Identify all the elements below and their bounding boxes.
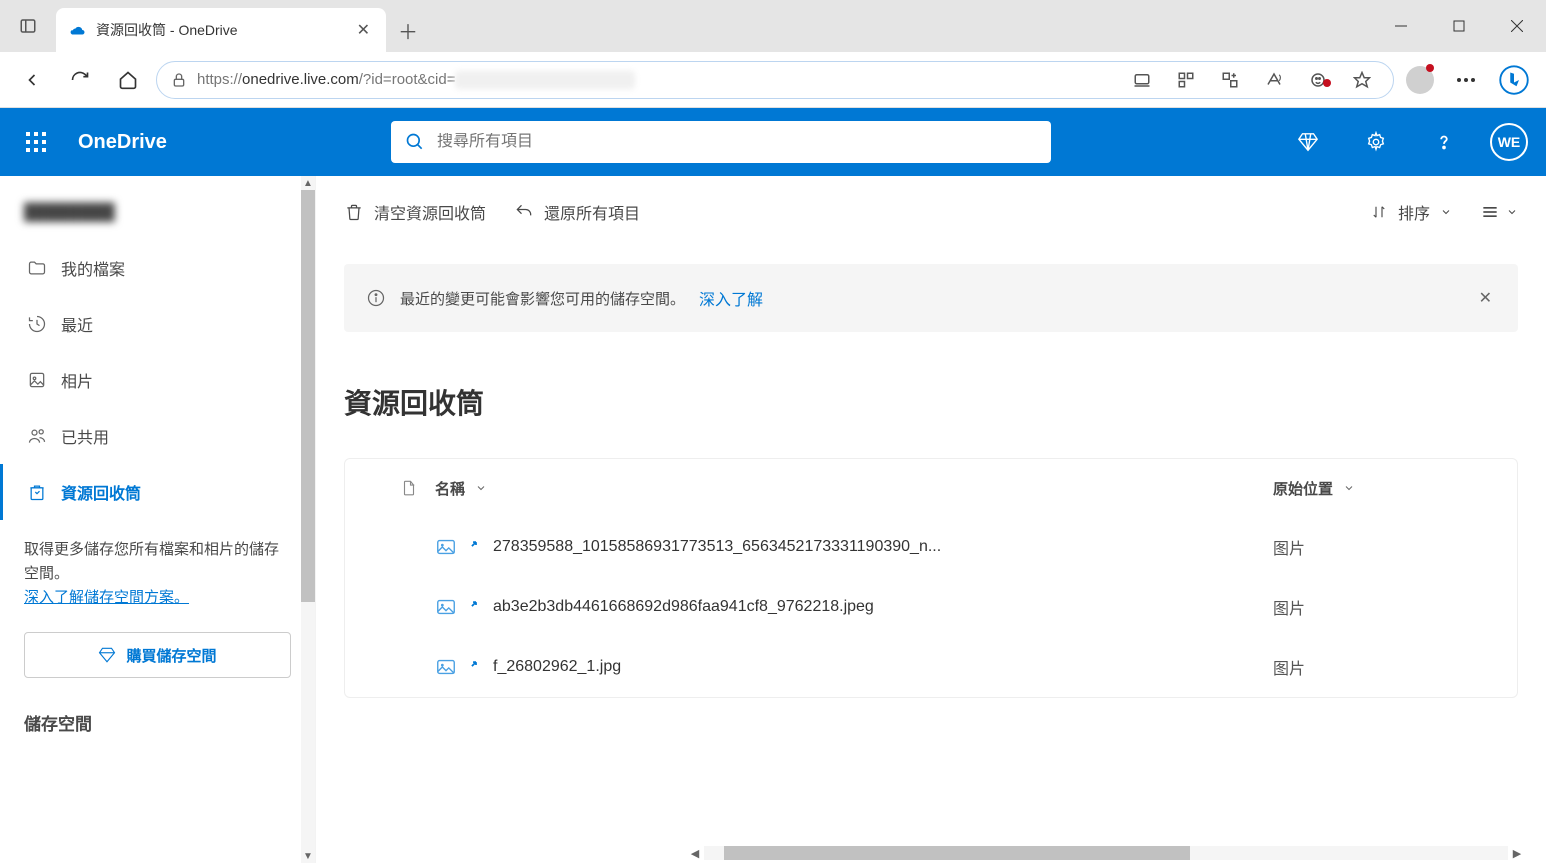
search-input[interactable] [437, 133, 1037, 151]
restore-all-button[interactable]: 還原所有項目 [514, 200, 640, 224]
shortcut-overlay-icon [469, 598, 487, 616]
file-location: 图片 [1273, 595, 1493, 619]
command-bar: 清空資源回收筒 還原所有項目 排序 [344, 200, 1518, 224]
premium-icon[interactable] [1286, 131, 1330, 153]
app-header: OneDrive WE [0, 108, 1546, 176]
page-title: 資源回收筒 [344, 382, 1518, 422]
file-location: 图片 [1273, 655, 1493, 679]
people-icon [27, 426, 47, 446]
chevron-down-icon [475, 482, 487, 494]
site-info-icon[interactable] [171, 72, 187, 88]
user-avatar[interactable]: WE [1490, 123, 1528, 161]
window-close-button[interactable] [1488, 0, 1546, 52]
qr-icon[interactable] [1169, 71, 1203, 89]
browser-tab[interactable]: 資源回收筒 - OneDrive ✕ [56, 8, 386, 52]
undo-icon [514, 202, 534, 222]
address-bar[interactable]: https://onedrive.live.com/?id=root&cid= [156, 61, 1394, 99]
storage-promo-text: 取得更多儲存您所有檔案和相片的儲存空間。 深入了解儲存空間方案。 [0, 520, 315, 618]
table-row[interactable]: 278359588_10158586931773513_656345217333… [345, 517, 1517, 577]
sidebar-username: ████████ [0, 196, 315, 240]
window-maximize-button[interactable] [1430, 0, 1488, 52]
file-name: ab3e2b3db4461668692d986faa941cf8_9762218… [493, 598, 1273, 616]
file-location: 图片 [1273, 535, 1493, 559]
image-icon [27, 370, 47, 390]
sidebar: ████████ 我的檔案最近相片已共用資源回收筒 取得更多儲存您所有檔案和相片… [0, 176, 316, 863]
sidebar-item-label: 我的檔案 [61, 256, 125, 280]
info-text: 最近的變更可能會影響您可用的儲存空間。 [400, 288, 685, 309]
shortcut-overlay-icon [469, 658, 487, 676]
view-options-button[interactable] [1480, 202, 1518, 222]
table-header: 名稱 原始位置 [345, 459, 1517, 517]
table-row[interactable]: ab3e2b3db4461668692d986faa941cf8_9762218… [345, 577, 1517, 637]
sidebar-item-folder[interactable]: 我的檔案 [0, 240, 315, 296]
refresh-button[interactable] [60, 60, 100, 100]
sidebar-item-recycle[interactable]: 資源回收筒 [0, 464, 315, 520]
chevron-down-icon [1343, 482, 1355, 494]
table-row[interactable]: f_26802962_1.jpg图片 [345, 637, 1517, 697]
settings-icon[interactable] [1354, 131, 1398, 153]
tab-title: 資源回收筒 - OneDrive [96, 20, 343, 40]
sidebar-item-label: 相片 [61, 368, 93, 392]
url-text: https://onedrive.live.com/?id=root&cid= [197, 71, 1115, 89]
window-titlebar: 資源回收筒 - OneDrive ✕ ＋ [0, 0, 1546, 52]
back-button[interactable] [12, 60, 52, 100]
sidebar-item-label: 最近 [61, 312, 93, 336]
help-icon[interactable] [1422, 131, 1466, 153]
sidebar-item-image[interactable]: 相片 [0, 352, 315, 408]
app-name[interactable]: OneDrive [78, 131, 167, 154]
info-close-icon[interactable]: ✕ [1475, 284, 1496, 312]
sidebar-item-label: 資源回收筒 [61, 480, 141, 504]
main-content: 清空資源回收筒 還原所有項目 排序 最近的變更可能會影響您可用的儲存空間。 深入… [316, 176, 1546, 863]
trash-icon [344, 202, 364, 222]
app-launcher-icon[interactable] [18, 124, 54, 160]
new-tab-button[interactable]: ＋ [386, 8, 430, 52]
browser-toolbar: https://onedrive.live.com/?id=root&cid= [0, 52, 1546, 108]
extensions-icon[interactable] [1213, 71, 1247, 89]
info-icon [366, 288, 386, 308]
folder-icon [27, 258, 47, 278]
info-learn-more-link[interactable]: 深入了解 [699, 286, 763, 310]
device-icon[interactable] [1125, 71, 1159, 89]
clock-icon [27, 314, 47, 334]
buy-storage-button[interactable]: 購買儲存空間 [24, 632, 291, 678]
storage-heading: 儲存空間 [0, 692, 315, 735]
sort-button[interactable]: 排序 [1370, 200, 1452, 224]
diamond-icon [98, 646, 116, 664]
info-bar: 最近的變更可能會影響您可用的儲存空間。 深入了解 ✕ [344, 264, 1518, 332]
bing-chat-button[interactable] [1494, 60, 1534, 100]
search-icon [405, 132, 425, 152]
search-box[interactable] [391, 121, 1051, 163]
tracking-prevention-icon[interactable] [1301, 71, 1335, 89]
sidebar-item-people[interactable]: 已共用 [0, 408, 315, 464]
sidebar-item-clock[interactable]: 最近 [0, 296, 315, 352]
recycle-icon [27, 482, 47, 502]
window-minimize-button[interactable] [1372, 0, 1430, 52]
onedrive-favicon-icon [68, 21, 86, 39]
tab-close-icon[interactable]: ✕ [353, 16, 374, 44]
favorites-icon[interactable] [1345, 71, 1379, 89]
chevron-down-icon [1440, 206, 1452, 218]
chevron-down-icon [1506, 206, 1518, 218]
file-type-icon [400, 479, 418, 497]
empty-recycle-bin-button[interactable]: 清空資源回收筒 [344, 200, 486, 224]
horizontal-scrollbar[interactable]: ◀ ▶ [686, 843, 1526, 863]
profile-button[interactable] [1402, 62, 1438, 98]
storage-learn-more-link[interactable]: 深入了解儲存空間方案。 [24, 589, 189, 606]
list-view-icon [1480, 202, 1500, 222]
sidebar-scrollbar[interactable]: ▲ ▼ [301, 176, 315, 863]
sidebar-item-label: 已共用 [61, 424, 109, 448]
column-header-name[interactable]: 名稱 [435, 478, 1273, 499]
column-header-location[interactable]: 原始位置 [1273, 478, 1493, 499]
tab-actions-icon[interactable] [0, 0, 56, 52]
read-aloud-icon[interactable] [1257, 71, 1291, 89]
sort-icon [1370, 203, 1388, 221]
shortcut-overlay-icon [469, 538, 487, 556]
file-table: 名稱 原始位置 278359588_10158586931773513_6563… [344, 458, 1518, 698]
home-button[interactable] [108, 60, 148, 100]
file-name: 278359588_10158586931773513_656345217333… [493, 538, 1273, 556]
menu-button[interactable] [1446, 60, 1486, 100]
file-name: f_26802962_1.jpg [493, 658, 1273, 676]
